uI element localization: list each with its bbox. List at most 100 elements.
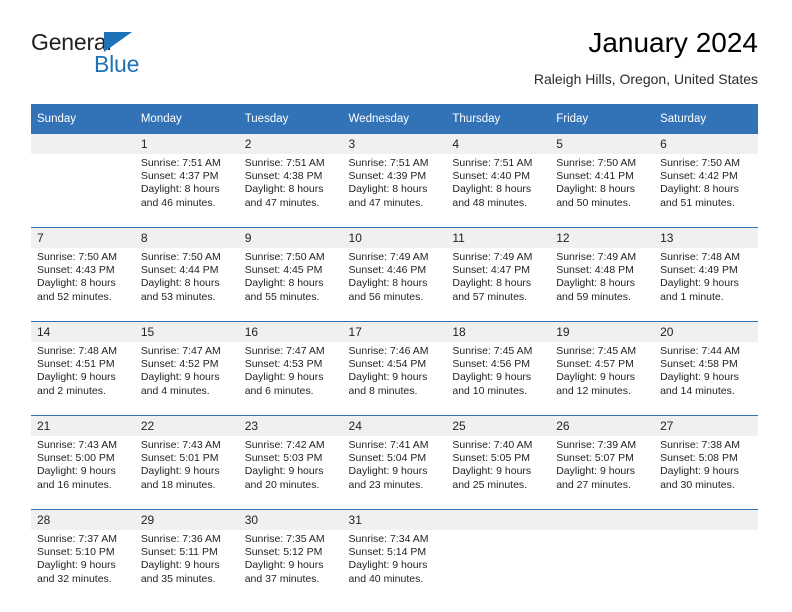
sunrise-text: Sunrise: 7:51 AM (348, 157, 429, 169)
sunrise-text: Sunrise: 7:48 AM (37, 345, 117, 357)
day-number[interactable]: 30 (238, 509, 343, 530)
sunrise-text: Sunrise: 7:48 AM (660, 251, 741, 263)
weekday-header-wednesday: Wednesday (342, 104, 447, 134)
brand-triangle-icon (104, 32, 132, 52)
day-details: Sunrise: 7:47 AM Sunset: 4:53 PM Daylight:… (238, 342, 343, 416)
day-details: Sunrise: 7:45 AM Sunset: 4:56 PM Daylight:… (446, 342, 551, 416)
day-number[interactable]: 28 (31, 509, 135, 530)
sunrise-text: Sunrise: 7:40 AM (452, 439, 533, 451)
day-number[interactable]: 10 (342, 227, 447, 248)
day-details: Sunrise: 7:34 AM Sunset: 5:14 PM Daylight:… (342, 530, 447, 603)
sunset-text: Sunset: 4:56 PM (452, 358, 531, 371)
sunset-text: Sunset: 5:08 PM (660, 452, 738, 465)
day-details: Sunrise: 7:50 AM Sunset: 4:44 PM Daylight:… (134, 248, 239, 322)
day-details: Sunrise: 7:51 AM Sunset: 4:39 PM Daylight:… (342, 154, 447, 228)
day-number[interactable]: 19 (550, 321, 655, 342)
sunset-text: Sunset: 5:14 PM (348, 546, 427, 559)
daylight-text: Daylight: 8 hours and 50 minutes. (556, 183, 636, 209)
day-number[interactable]: 24 (342, 415, 447, 436)
sunrise-text: Sunrise: 7:51 AM (140, 157, 221, 169)
sunset-text: Sunset: 4:57 PM (556, 358, 634, 371)
calendar-page: General Blue January 2024 Raleigh Hills,… (0, 0, 792, 612)
week-number-row: 123456 (31, 134, 758, 154)
day-number[interactable]: 25 (446, 415, 551, 436)
day-number[interactable]: 3 (342, 134, 447, 154)
daylight-text: Daylight: 9 hours and 4 minutes. (140, 371, 220, 397)
title-block: January 2024 Raleigh Hills, Oregon, Unit… (534, 26, 758, 88)
sunset-text: Sunset: 4:49 PM (660, 264, 738, 277)
sunset-text: Sunset: 4:38 PM (244, 170, 323, 183)
day-number-empty (31, 134, 135, 154)
day-number[interactable]: 7 (31, 227, 135, 248)
day-number[interactable]: 22 (134, 415, 239, 436)
day-details-empty (654, 530, 758, 603)
day-details: Sunrise: 7:43 AM Sunset: 5:01 PM Daylight:… (134, 436, 239, 510)
sunset-text: Sunset: 4:52 PM (140, 358, 219, 371)
day-number[interactable]: 11 (446, 227, 551, 248)
day-number[interactable]: 9 (238, 227, 343, 248)
day-number[interactable]: 14 (31, 321, 135, 342)
day-number[interactable]: 12 (550, 227, 655, 248)
day-number[interactable]: 17 (342, 321, 447, 342)
day-details: Sunrise: 7:36 AM Sunset: 5:11 PM Daylight:… (134, 530, 239, 603)
day-number[interactable]: 4 (446, 134, 551, 154)
daylight-text: Daylight: 9 hours and 8 minutes. (348, 371, 428, 397)
day-number[interactable]: 8 (134, 227, 239, 248)
sunrise-text: Sunrise: 7:51 AM (244, 157, 325, 169)
day-details-empty (446, 530, 551, 603)
day-number[interactable]: 1 (134, 134, 239, 154)
day-number[interactable]: 13 (654, 227, 758, 248)
daylight-text: Daylight: 8 hours and 53 minutes. (140, 277, 220, 303)
sunset-text: Sunset: 4:37 PM (140, 170, 219, 183)
weekday-header-saturday: Saturday (654, 104, 758, 134)
sunset-text: Sunset: 4:58 PM (660, 358, 738, 371)
daylight-text: Daylight: 9 hours and 6 minutes. (244, 371, 324, 397)
week-info-row: Sunrise: 7:48 AM Sunset: 4:51 PM Daylight:… (31, 342, 758, 416)
day-number[interactable]: 5 (550, 134, 655, 154)
day-number[interactable]: 29 (134, 509, 239, 530)
week-number-row: 7 8 9 10 11 12 13 (31, 227, 758, 248)
day-number[interactable]: 20 (654, 321, 758, 342)
sunrise-text: Sunrise: 7:47 AM (140, 345, 221, 357)
day-number[interactable]: 21 (31, 415, 135, 436)
sunset-text: Sunset: 4:42 PM (660, 170, 738, 183)
daylight-text: Daylight: 9 hours and 35 minutes. (140, 559, 220, 585)
daylight-text: Daylight: 8 hours and 56 minutes. (348, 277, 428, 303)
day-number[interactable]: 27 (654, 415, 758, 436)
day-details: Sunrise: 7:49 AM Sunset: 4:46 PM Daylight:… (342, 248, 447, 322)
day-details: Sunrise: 7:48 AM Sunset: 4:51 PM Daylight:… (31, 342, 135, 416)
day-number[interactable]: 23 (238, 415, 343, 436)
sunrise-text: Sunrise: 7:51 AM (452, 157, 533, 169)
brand-logo[interactable]: General Blue (31, 30, 291, 86)
page-title: January 2024 (588, 27, 758, 58)
day-number[interactable]: 2 (238, 134, 343, 154)
brand-text-blue: Blue (94, 51, 140, 77)
daylight-text: Daylight: 9 hours and 2 minutes. (37, 371, 116, 397)
daylight-text: Daylight: 9 hours and 27 minutes. (556, 465, 636, 491)
day-number[interactable]: 6 (654, 134, 758, 154)
sunrise-text: Sunrise: 7:45 AM (452, 345, 533, 357)
day-number[interactable]: 18 (446, 321, 551, 342)
day-details: Sunrise: 7:51 AM Sunset: 4:37 PM Daylight:… (134, 154, 239, 228)
day-number[interactable]: 26 (550, 415, 655, 436)
sunset-text: Sunset: 4:43 PM (37, 264, 115, 277)
sunset-text: Sunset: 5:12 PM (244, 546, 323, 559)
sunset-text: Sunset: 4:53 PM (244, 358, 323, 371)
day-number[interactable]: 15 (134, 321, 239, 342)
sunrise-text: Sunrise: 7:38 AM (660, 439, 741, 451)
sunrise-text: Sunrise: 7:46 AM (348, 345, 429, 357)
page-header: General Blue January 2024 Raleigh Hills,… (31, 26, 758, 96)
sunset-text: Sunset: 4:40 PM (452, 170, 531, 183)
sunset-text: Sunset: 4:45 PM (244, 264, 323, 277)
sunrise-text: Sunrise: 7:50 AM (244, 251, 325, 263)
day-details: Sunrise: 7:50 AM Sunset: 4:42 PM Daylight:… (654, 154, 758, 228)
week-number-row: 21 22 23 24 25 26 27 (31, 415, 758, 436)
daylight-text: Daylight: 9 hours and 1 minute. (660, 277, 739, 303)
daylight-text: Daylight: 8 hours and 59 minutes. (556, 277, 636, 303)
daylight-text: Daylight: 8 hours and 48 minutes. (452, 183, 532, 209)
day-number-empty (446, 509, 551, 530)
day-number[interactable]: 16 (238, 321, 343, 342)
daylight-text: Daylight: 8 hours and 52 minutes. (37, 277, 116, 303)
day-number[interactable]: 31 (342, 509, 447, 530)
daylight-text: Daylight: 9 hours and 40 minutes. (348, 559, 428, 585)
